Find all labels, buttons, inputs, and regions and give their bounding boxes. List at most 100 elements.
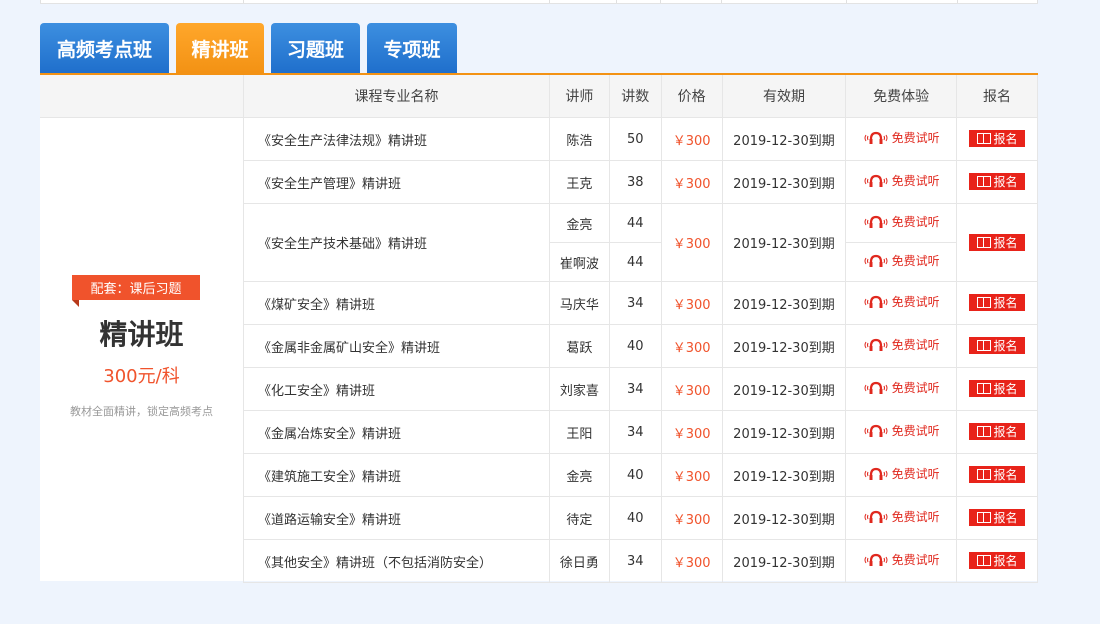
headphones-icon — [864, 553, 888, 566]
free-trial-label: 免费试听 — [891, 424, 940, 439]
headphones-icon — [864, 467, 888, 480]
table-row: 《安全生产管理》精讲班 王克 38 ￥300 2019-12-30到期 免费试听 报名 — [242, 160, 1038, 204]
teacher: 马庆华 — [549, 281, 610, 325]
tab-exercise-class[interactable]: 习题班 — [271, 23, 360, 73]
course-price: ￥300 — [660, 117, 723, 161]
enroll-label: 报名 — [993, 554, 1018, 568]
validity: 2019-12-30到期 — [721, 324, 847, 368]
tab-high-frequency[interactable]: 高频考点班 — [40, 23, 169, 73]
free-trial-label: 免费试听 — [891, 215, 940, 230]
free-trial-button[interactable]: 免费试听 — [863, 379, 940, 396]
free-trial-button[interactable]: 免费试听 — [863, 551, 940, 568]
enroll-label: 报名 — [993, 296, 1018, 310]
free-trial-button[interactable]: 免费试听 — [863, 422, 940, 439]
course-name: 《其他安全》精讲班（不包括消防安全） — [242, 539, 551, 583]
teacher: 金亮 — [549, 453, 610, 497]
validity: 2019-12-30到期 — [721, 203, 847, 282]
ribbon-fold — [72, 300, 79, 307]
col-free-trial: 免费体验 — [845, 75, 958, 118]
free-trial-button[interactable]: 免费试听 — [863, 129, 940, 146]
book-icon — [976, 297, 991, 308]
table-row: 《道路运输安全》精讲班 待定 40 ￥300 2019-12-30到期 免费试听 报名 — [242, 496, 1038, 540]
course-price: ￥300 — [660, 539, 723, 583]
course-price: ￥300 — [660, 453, 723, 497]
class-summary: 配套：课后习题 精讲班 300元/科 教材全面精讲，锁定高频考点 — [40, 75, 244, 581]
free-trial-button[interactable]: 免费试听 — [863, 172, 940, 189]
teacher: 徐日勇 — [549, 539, 610, 583]
teacher: 陈浩 — [549, 117, 610, 161]
book-icon — [976, 512, 991, 523]
enroll-button[interactable]: 报名 — [969, 294, 1026, 311]
headphones-icon — [864, 215, 888, 228]
enroll-button[interactable]: 报名 — [969, 552, 1026, 569]
course-price: ￥300 — [660, 324, 723, 368]
enroll-button[interactable]: 报名 — [969, 130, 1026, 147]
course-price: ￥300 — [660, 281, 723, 325]
free-trial-cell: 免费试听 — [845, 160, 958, 204]
headphones-icon — [864, 174, 888, 187]
teacher: 葛跃 — [549, 324, 610, 368]
free-trial-button[interactable]: 免费试听 — [863, 252, 940, 269]
enroll-cell: 报名 — [956, 539, 1038, 583]
validity: 2019-12-30到期 — [721, 117, 847, 161]
lecture-count: 34 — [608, 367, 662, 411]
lecture-count: 40 — [608, 324, 662, 368]
free-trial-cell: 免费试听 — [845, 117, 958, 161]
course-name: 《建筑施工安全》精讲班 — [242, 453, 551, 497]
enroll-button[interactable]: 报名 — [969, 509, 1026, 526]
enroll-label: 报名 — [993, 468, 1018, 482]
enroll-button[interactable]: 报名 — [969, 466, 1026, 483]
headphones-icon — [864, 510, 888, 523]
teacher: 王克 — [549, 160, 610, 204]
headphones-icon — [864, 131, 888, 144]
table-row: 《建筑施工安全》精讲班 金亮 40 ￥300 2019-12-30到期 免费试听 报名 — [242, 453, 1038, 497]
book-icon — [976, 383, 991, 394]
validity: 2019-12-30到期 — [721, 281, 847, 325]
enroll-cell: 报名 — [956, 324, 1038, 368]
course-name: 《道路运输安全》精讲班 — [242, 496, 551, 540]
enroll-label: 报名 — [993, 339, 1018, 353]
course-name: 《安全生产管理》精讲班 — [242, 160, 551, 204]
free-trial-cell: 免费试听 — [845, 324, 958, 368]
enroll-cell: 报名 — [956, 203, 1038, 282]
table-row: 《煤矿安全》精讲班 马庆华 34 ￥300 2019-12-30到期 免费试听 报名 — [242, 281, 1038, 325]
course-name: 《金属非金属矿山安全》精讲班 — [242, 324, 551, 368]
enroll-button[interactable]: 报名 — [969, 173, 1026, 190]
col-validity: 有效期 — [721, 75, 847, 118]
free-trial-button[interactable]: 免费试听 — [863, 465, 940, 482]
tab-lecture-class[interactable]: 精讲班 — [176, 23, 264, 73]
course-name: 《煤矿安全》精讲班 — [242, 281, 551, 325]
table-row: 《金属冶炼安全》精讲班 王阳 34 ￥300 2019-12-30到期 免费试听 报名 — [242, 410, 1038, 454]
free-trial-button[interactable]: 免费试听 — [863, 293, 940, 310]
course-name: 《安全生产技术基础》精讲班 — [242, 203, 551, 282]
free-trial-label: 免费试听 — [891, 254, 940, 269]
enroll-button[interactable]: 报名 — [969, 233, 1026, 251]
lecture-count: 50 — [608, 117, 662, 161]
enroll-cell: 报名 — [956, 281, 1038, 325]
free-trial-button[interactable]: 免费试听 — [863, 213, 940, 230]
enroll-label: 报名 — [993, 511, 1018, 525]
free-trial-cell: 免费试听 — [845, 453, 958, 497]
enroll-button[interactable]: 报名 — [969, 337, 1026, 354]
lecture-count: 34 — [608, 410, 662, 454]
free-trial-button[interactable]: 免费试听 — [863, 336, 940, 353]
course-table: 课程专业名称 讲师 讲数 价格 有效期 免费体验 报名 《安全生产法律法规》精讲… — [242, 75, 1038, 583]
free-trial-label: 免费试听 — [891, 338, 940, 353]
teacher: 金亮 — [549, 203, 610, 243]
enroll-button[interactable]: 报名 — [969, 423, 1026, 440]
free-trial-cell: 免费试听 — [845, 281, 958, 325]
enroll-button[interactable]: 报名 — [969, 380, 1026, 397]
free-trial-label: 免费试听 — [891, 510, 940, 525]
headphones-icon — [864, 381, 888, 394]
lecture-count: 40 — [608, 453, 662, 497]
enroll-label: 报名 — [993, 235, 1018, 250]
free-trial-button[interactable]: 免费试听 — [863, 508, 940, 525]
col-price: 价格 — [660, 75, 723, 118]
tab-special-class[interactable]: 专项班 — [367, 23, 457, 73]
free-trial-cell: 免费试听 — [845, 496, 958, 540]
validity: 2019-12-30到期 — [721, 160, 847, 204]
free-trial-cell: 免费试听 — [845, 242, 958, 282]
book-icon — [976, 555, 991, 566]
lecture-count: 38 — [608, 160, 662, 204]
course-panel: 配套：课后习题 精讲班 300元/科 教材全面精讲，锁定高频考点 课程专业名称 … — [40, 75, 1038, 583]
